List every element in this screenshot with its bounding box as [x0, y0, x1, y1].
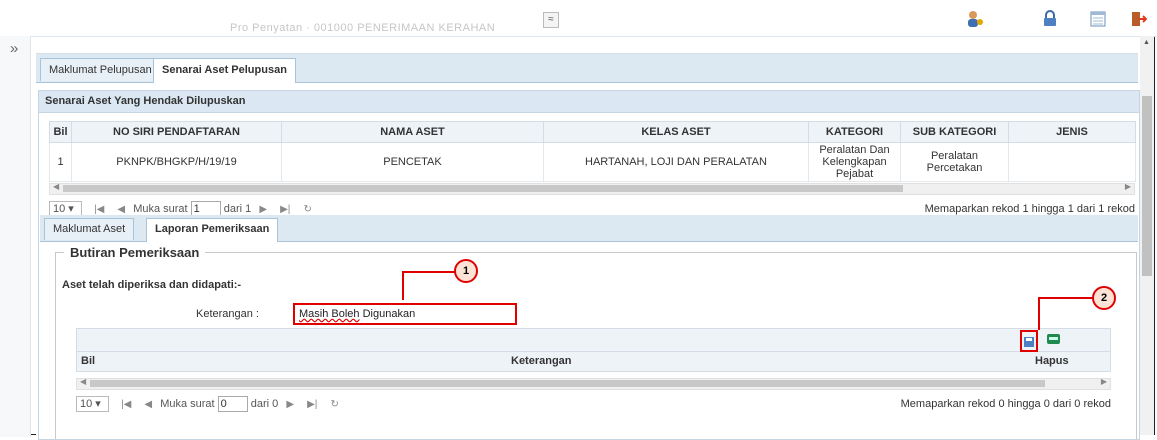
tab-laporan-pemeriksaan[interactable]: Laporan Pemeriksaan	[146, 218, 279, 242]
tab-senarai-aset-pelupusan[interactable]: Senarai Aset Pelupusan	[153, 58, 296, 83]
save-icon	[1024, 337, 1034, 347]
scrollbar-thumb[interactable]	[1142, 96, 1152, 276]
tab-maklumat-aset[interactable]: Maklumat Aset	[44, 218, 135, 240]
cell-no-siri: PKNPK/BHGKP/H/19/19	[71, 142, 282, 182]
col-nama-aset[interactable]: NAMA ASET	[281, 121, 544, 143]
keterangan-input[interactable]: Masih Boleh Digunakan	[293, 303, 517, 325]
keterangan-grid: Bil Keterangan Hapus ◀ ▶ 10 ▾ |◀ ◀ Muka …	[76, 328, 1111, 415]
cell-bil: 1	[49, 142, 72, 182]
inspection-static-text: Aset telah diperiksa dan didapati:-	[62, 279, 242, 291]
col-jenis[interactable]: JENIS	[1008, 121, 1136, 143]
calendar-icon[interactable]	[1087, 8, 1109, 30]
callout-2: 2	[1092, 286, 1116, 310]
top-toolbar: Pro Penyatan · 001000 PENERIMAAN KERAHAN…	[0, 0, 1157, 37]
keterangan-value-part1: Masih Boleh	[299, 308, 360, 320]
inspection-fieldset: Butiran Pemeriksaan Aset telah diperiksa…	[55, 245, 1137, 439]
page-number-input[interactable]: 0	[217, 396, 248, 413]
keterangan-grid-header: Bil Keterangan Hapus	[76, 352, 1111, 372]
inspection-legend: Butiran Pemeriksaan	[64, 245, 206, 260]
scroll-right-icon[interactable]: ▶	[1125, 182, 1131, 191]
asset-grid-hscroll[interactable]: ◀ ▶	[49, 182, 1135, 195]
col-kelas-aset[interactable]: KELAS ASET	[543, 121, 809, 143]
page-label: Muka surat	[133, 203, 188, 215]
prev-page-icon[interactable]: ◀	[144, 394, 152, 416]
keterangan-label: Keterangan :	[196, 308, 259, 320]
scroll-left-icon[interactable]: ◀	[53, 182, 59, 191]
keterangan-value-part2: Digunakan	[359, 308, 416, 320]
last-page-icon[interactable]: ▶|	[307, 394, 317, 416]
expand-sidebar-button[interactable]: »	[10, 40, 18, 57]
asset-panel: Senarai Aset Yang Hendak Dilupuskan Bil …	[38, 90, 1140, 440]
grid-toolbar	[76, 328, 1111, 352]
cell-jenis	[1008, 142, 1136, 182]
scroll-up-icon[interactable]: ▲	[1143, 39, 1150, 46]
first-page-icon[interactable]: |◀	[121, 394, 131, 416]
sub-tabs: Maklumat Aset Laporan Pemeriksaan	[40, 215, 1138, 242]
page-total: dari 1	[223, 203, 252, 215]
page-total: dari 0	[250, 398, 279, 410]
cell-kelas: HARTANAH, LOJI DAN PERALATAN	[543, 142, 809, 182]
cell-kategori: Peralatan Dan Kelengkapan Pejabat	[808, 142, 901, 182]
scroll-left-icon[interactable]: ◀	[80, 377, 86, 386]
hscroll-thumb[interactable]	[90, 380, 1045, 387]
page-size-select[interactable]: 10 ▾	[76, 396, 109, 413]
hscroll-thumb[interactable]	[63, 185, 903, 192]
page-size-value: 10	[80, 398, 93, 411]
main-tabs: Maklumat Pelupusan Senarai Aset Pelupusa…	[36, 54, 1138, 83]
tab-maklumat-pelupusan[interactable]: Maklumat Pelupusan	[40, 58, 161, 81]
col-hapus[interactable]: Hapus	[1035, 355, 1069, 367]
col-keterangan[interactable]: Keterangan	[511, 355, 572, 367]
col-bil-2[interactable]: Bil	[81, 355, 95, 367]
left-sidebar: »	[0, 36, 31, 437]
collapse-header-button[interactable]: ≈	[543, 12, 559, 28]
vertical-scrollbar[interactable]: ▲	[1140, 36, 1154, 435]
col-sub-kategori[interactable]: SUB KATEGORI	[900, 121, 1009, 143]
callout-1-line-h	[402, 271, 462, 273]
kategori-line-2: Kelengkapan Pejabat	[822, 156, 887, 180]
cell-nama: PENCETAK	[281, 142, 544, 182]
logout-icon[interactable]	[1127, 8, 1149, 30]
callout-2-line-v	[1038, 297, 1040, 330]
scroll-right-icon[interactable]: ▶	[1101, 377, 1107, 386]
col-bil[interactable]: Bil	[49, 121, 72, 143]
callout-1: 1	[454, 259, 478, 283]
page-label: Muka surat	[160, 398, 215, 410]
main-content: Maklumat Pelupusan Senarai Aset Pelupusa…	[36, 53, 1140, 440]
col-no-siri[interactable]: NO SIRI PENDAFTARAN	[71, 121, 282, 143]
inner-pager: 10 ▾ |◀ ◀ Muka surat 0 dari 0 ▶ ▶| ↻ Mem…	[76, 393, 1111, 415]
user-icon[interactable]	[964, 8, 986, 30]
inner-grid-hscroll[interactable]: ◀ ▶	[76, 377, 1111, 390]
lock-icon[interactable]	[1039, 8, 1061, 30]
callout-2-line-h	[1038, 297, 1096, 299]
asset-panel-title: Senarai Aset Yang Hendak Dilupuskan	[39, 91, 1139, 113]
refresh-icon[interactable]: ↻	[330, 394, 338, 416]
table-row[interactable]: 1 PKNPK/BHGKP/H/19/19 PENCETAK HARTANAH,…	[49, 142, 1136, 182]
asset-grid-header: Bil NO SIRI PENDAFTARAN NAMA ASET KELAS …	[49, 121, 1136, 143]
add-row-icon	[1049, 337, 1058, 340]
page-size-value: 10	[53, 203, 66, 216]
record-info: Memaparkan rekod 0 hingga 0 dari 0 rekod	[900, 398, 1111, 410]
callout-1-line-v	[402, 271, 404, 300]
cell-sub-kategori: Peralatan Percetakan	[900, 142, 1009, 182]
kategori-line-1: Peralatan Dan	[819, 144, 890, 156]
save-row-button[interactable]	[1020, 330, 1038, 352]
col-kategori[interactable]: KATEGORI	[808, 121, 901, 143]
add-row-button[interactable]	[1047, 334, 1060, 344]
next-page-icon[interactable]: ▶	[286, 394, 294, 416]
faded-title: Pro Penyatan · 001000 PENERIMAAN KERAHAN	[230, 22, 496, 34]
asset-grid: Bil NO SIRI PENDAFTARAN NAMA ASET KELAS …	[49, 121, 1136, 220]
